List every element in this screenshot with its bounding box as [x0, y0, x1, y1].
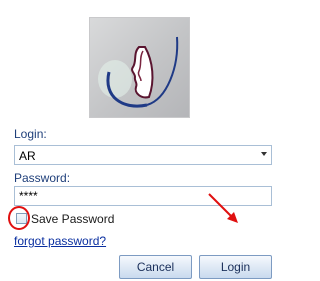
- logo: [89, 17, 190, 118]
- login-value: AR: [19, 149, 36, 163]
- login-label: Login:: [14, 127, 47, 141]
- red-circle-annotation: [8, 206, 30, 230]
- login-button[interactable]: Login: [199, 255, 272, 279]
- chevron-down-icon[interactable]: [261, 152, 267, 156]
- profile-silhouette-logo-icon: [98, 36, 179, 108]
- save-password-label: Save Password: [31, 212, 115, 226]
- cancel-button[interactable]: Cancel: [119, 255, 192, 279]
- red-arrow-annotation-icon: [208, 193, 238, 223]
- forgot-password-link[interactable]: forgot password?: [14, 234, 106, 248]
- password-label: Password:: [14, 171, 71, 185]
- login-combobox[interactable]: AR: [14, 145, 272, 165]
